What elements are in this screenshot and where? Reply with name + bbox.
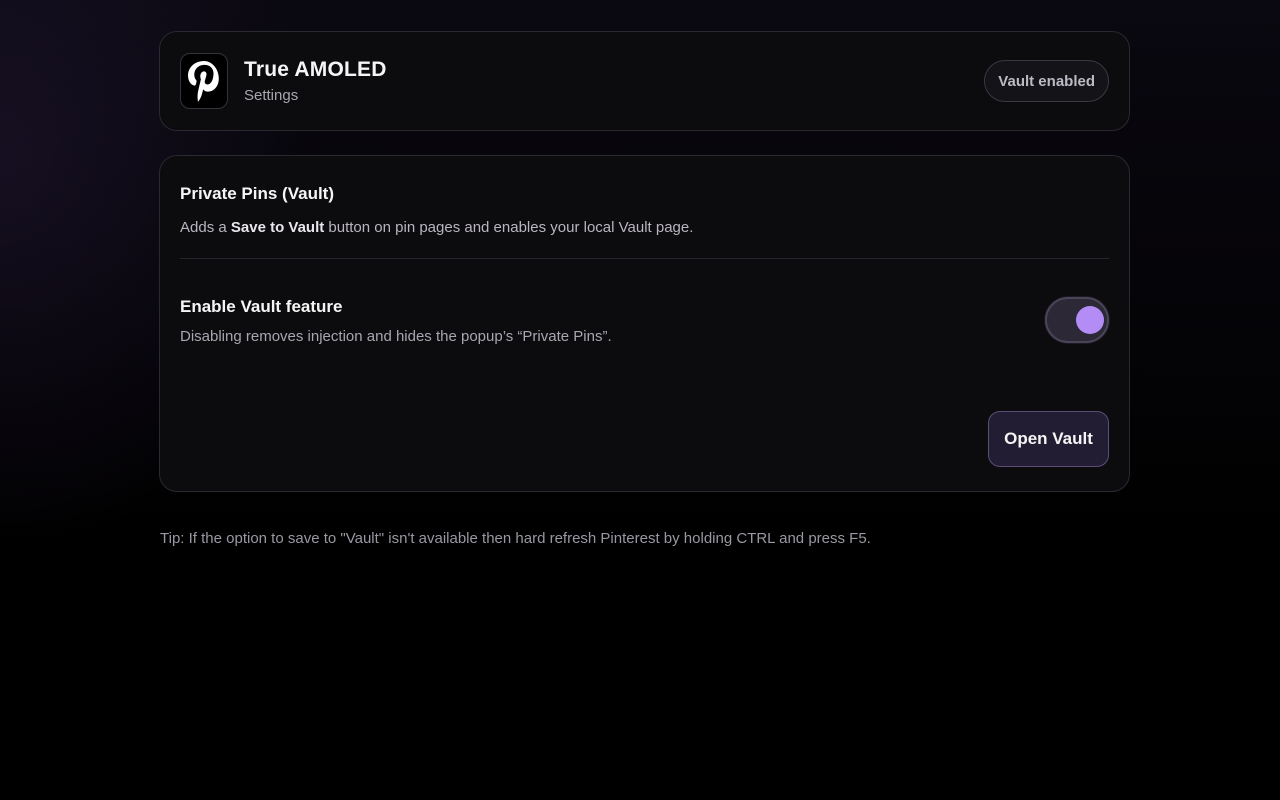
toggle-knob	[1076, 306, 1104, 334]
app-title: True AMOLED	[244, 58, 387, 81]
section-description: Adds a Save to Vault button on pin pages…	[180, 219, 693, 236]
divider	[180, 258, 1109, 259]
description-prefix: Adds a	[180, 219, 231, 236]
feature-description: Disabling removes injection and hides th…	[180, 328, 612, 345]
description-bold: Save to Vault	[230, 219, 325, 236]
vault-settings-card: Private Pins (Vault) Adds a Save to Vaul…	[159, 155, 1130, 492]
pinterest-logo-icon	[180, 53, 228, 109]
feature-title: Enable Vault feature	[180, 297, 343, 316]
tip-text: Tip: If the option to save to "Vault" is…	[160, 530, 871, 547]
open-vault-button[interactable]: Open Vault	[988, 411, 1109, 467]
enable-vault-toggle[interactable]	[1045, 297, 1109, 343]
section-title: Private Pins (Vault)	[180, 184, 334, 203]
vault-status-badge: Vault enabled	[984, 60, 1109, 102]
description-suffix: button on pin pages and enables your loc…	[324, 219, 694, 236]
header-card: True AMOLED Settings Vault enabled	[159, 31, 1130, 131]
app-subtitle: Settings	[244, 87, 299, 104]
